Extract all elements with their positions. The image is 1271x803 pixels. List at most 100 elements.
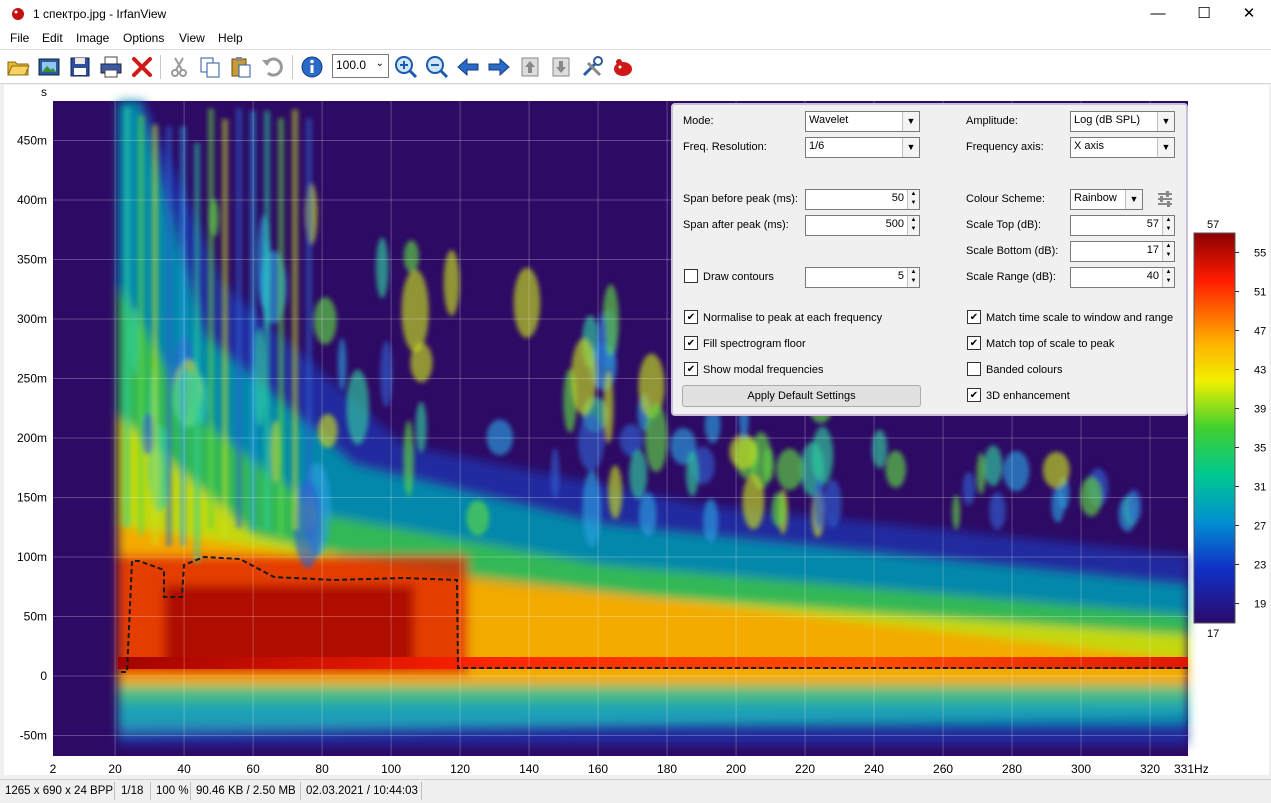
menu-image[interactable]: Image bbox=[76, 31, 109, 45]
scale-range-label: Scale Range (dB): bbox=[966, 271, 1056, 283]
spinner-arrows-icon[interactable]: ▲ ▼ bbox=[907, 216, 919, 235]
draw-contours-checkbox[interactable] bbox=[684, 269, 698, 283]
copy-icon[interactable] bbox=[197, 54, 223, 80]
apply-default-settings-button[interactable]: Apply Default Settings bbox=[682, 385, 921, 407]
scale-bottom-input[interactable]: 17 ▲ ▼ bbox=[1070, 241, 1175, 262]
slideshow-icon[interactable] bbox=[36, 54, 62, 80]
low-frequency-streak bbox=[138, 115, 144, 536]
minimize-button[interactable]: — bbox=[1135, 0, 1181, 28]
y-tick-label: -50m bbox=[20, 729, 47, 743]
match-time-checkbox[interactable] bbox=[967, 310, 981, 324]
next-icon[interactable] bbox=[486, 54, 512, 80]
colorbar-tick-label: 23 bbox=[1254, 560, 1266, 572]
save-icon[interactable] bbox=[67, 54, 93, 80]
normalise-checkbox[interactable] bbox=[684, 310, 698, 324]
y-axis-ticks: 450m 400m 350m 300m 250m 200m 150m 100m 50m 0 -50m bbox=[17, 134, 47, 743]
chevron-down-icon[interactable]: ⌄ bbox=[376, 58, 384, 69]
amplitude-label: Amplitude: bbox=[966, 115, 1018, 127]
scale-top-input[interactable]: 57 ▲ ▼ bbox=[1070, 215, 1175, 236]
chevron-down-icon[interactable]: ▼ bbox=[1157, 112, 1174, 131]
wavelet-streak bbox=[1042, 451, 1070, 489]
menu-bar: File Edit Image Options View Help bbox=[0, 28, 1271, 50]
status-separator bbox=[150, 782, 151, 800]
y-tick-label: 150m bbox=[17, 491, 47, 505]
enhancement-3d-label: 3D enhancement bbox=[986, 390, 1070, 402]
sliders-icon[interactable] bbox=[1156, 189, 1174, 209]
zoom-in-icon[interactable] bbox=[393, 54, 419, 80]
low-frequency-streak bbox=[278, 118, 284, 539]
x-tick-label: 100 bbox=[381, 762, 401, 775]
spinner-arrows-icon[interactable]: ▲ ▼ bbox=[1162, 242, 1174, 261]
menu-help[interactable]: Help bbox=[218, 31, 243, 45]
colorbar-tick-label: 43 bbox=[1254, 365, 1266, 377]
paste-icon[interactable] bbox=[228, 54, 254, 80]
y-tick-label: 400m bbox=[17, 193, 47, 207]
fill-floor-checkbox[interactable] bbox=[684, 336, 698, 350]
info-icon[interactable] bbox=[299, 54, 325, 80]
match-top-checkbox[interactable] bbox=[967, 336, 981, 350]
wavelet-streak bbox=[571, 338, 597, 416]
y-tick-label: 200m bbox=[17, 431, 47, 445]
irfanview-logo-icon[interactable] bbox=[610, 54, 636, 80]
modal-frequencies-checkbox[interactable] bbox=[684, 362, 698, 376]
status-dimensions: 1265 x 690 x 24 BPP bbox=[5, 785, 114, 797]
wavelet-streak bbox=[763, 447, 774, 482]
chevron-down-icon[interactable]: ▼ bbox=[902, 112, 919, 131]
status-zoom: 100 % bbox=[156, 785, 189, 797]
chevron-down-icon[interactable]: ▼ bbox=[1125, 190, 1142, 209]
wavelet-streak bbox=[1080, 476, 1103, 517]
colorbar bbox=[1193, 232, 1236, 624]
open-folder-icon[interactable] bbox=[5, 54, 31, 80]
colorbar-tick-label: 31 bbox=[1254, 482, 1266, 494]
draw-contours-input[interactable]: 5 ▲ ▼ bbox=[805, 267, 920, 288]
match-top-label: Match top of scale to peak bbox=[986, 338, 1115, 350]
wavelet-streak bbox=[403, 240, 419, 273]
banded-colours-checkbox[interactable] bbox=[967, 362, 981, 376]
amplitude-select[interactable]: Log (dB SPL) ▼ bbox=[1070, 111, 1175, 132]
settings-icon[interactable] bbox=[579, 54, 605, 80]
wavelet-streak bbox=[685, 451, 699, 497]
window-title: 1 спектро.jpg - IrfanView bbox=[33, 7, 167, 21]
enhancement-3d-checkbox[interactable] bbox=[967, 388, 981, 402]
undo-icon[interactable] bbox=[259, 54, 285, 80]
menu-edit[interactable]: Edit bbox=[42, 31, 63, 45]
mode-select[interactable]: Wavelet ▼ bbox=[805, 111, 920, 132]
wavelet-streak bbox=[1126, 488, 1142, 524]
x-tick-label: 20 bbox=[108, 762, 122, 775]
menu-view[interactable]: View bbox=[179, 31, 205, 45]
menu-file[interactable]: File bbox=[10, 31, 29, 45]
spinner-arrows-icon[interactable]: ▲ ▼ bbox=[907, 268, 919, 287]
x-axis-unit-label: 331Hz bbox=[1174, 762, 1209, 775]
chevron-down-icon[interactable]: ▼ bbox=[1157, 138, 1174, 157]
scale-range-input[interactable]: 40 ▲ ▼ bbox=[1070, 267, 1175, 288]
wavelet-streak bbox=[337, 338, 347, 391]
close-button[interactable]: ✕ bbox=[1226, 0, 1271, 28]
page-down-icon[interactable] bbox=[548, 54, 574, 80]
cut-icon[interactable] bbox=[166, 54, 192, 80]
chevron-down-icon[interactable]: ▼ bbox=[902, 138, 919, 157]
spinner-arrows-icon[interactable]: ▲ ▼ bbox=[1162, 268, 1174, 287]
freq-resolution-select[interactable]: 1/6 ▼ bbox=[805, 137, 920, 158]
frequency-axis-select[interactable]: X axis ▼ bbox=[1070, 137, 1175, 158]
menu-options[interactable]: Options bbox=[123, 31, 164, 45]
colorbar-tick-label: 19 bbox=[1254, 599, 1266, 611]
x-tick-label: 2 bbox=[50, 762, 57, 775]
zoom-combobox[interactable]: 100.0 ⌄ bbox=[332, 54, 389, 78]
toolbar: 100.0 ⌄ bbox=[0, 50, 1271, 84]
low-frequency-streak bbox=[264, 110, 270, 531]
zoom-out-icon[interactable] bbox=[424, 54, 450, 80]
maximize-button[interactable]: ☐ bbox=[1181, 0, 1227, 28]
delete-icon[interactable] bbox=[129, 54, 155, 80]
print-icon[interactable] bbox=[98, 54, 124, 80]
y-tick-label: 0 bbox=[40, 669, 47, 683]
span-after-input[interactable]: 500 ▲ ▼ bbox=[805, 215, 920, 236]
wavelet-streak bbox=[1003, 450, 1030, 492]
spinner-arrows-icon[interactable]: ▲ ▼ bbox=[907, 190, 919, 209]
wavelet-streak bbox=[962, 471, 975, 506]
colour-scheme-select[interactable]: Rainbow ▼ bbox=[1070, 189, 1143, 210]
span-before-input[interactable]: 50 ▲ ▼ bbox=[805, 189, 920, 210]
wavelet-streak bbox=[550, 447, 560, 499]
previous-icon[interactable] bbox=[455, 54, 481, 80]
page-up-icon[interactable] bbox=[517, 54, 543, 80]
spinner-arrows-icon[interactable]: ▲ ▼ bbox=[1162, 216, 1174, 235]
